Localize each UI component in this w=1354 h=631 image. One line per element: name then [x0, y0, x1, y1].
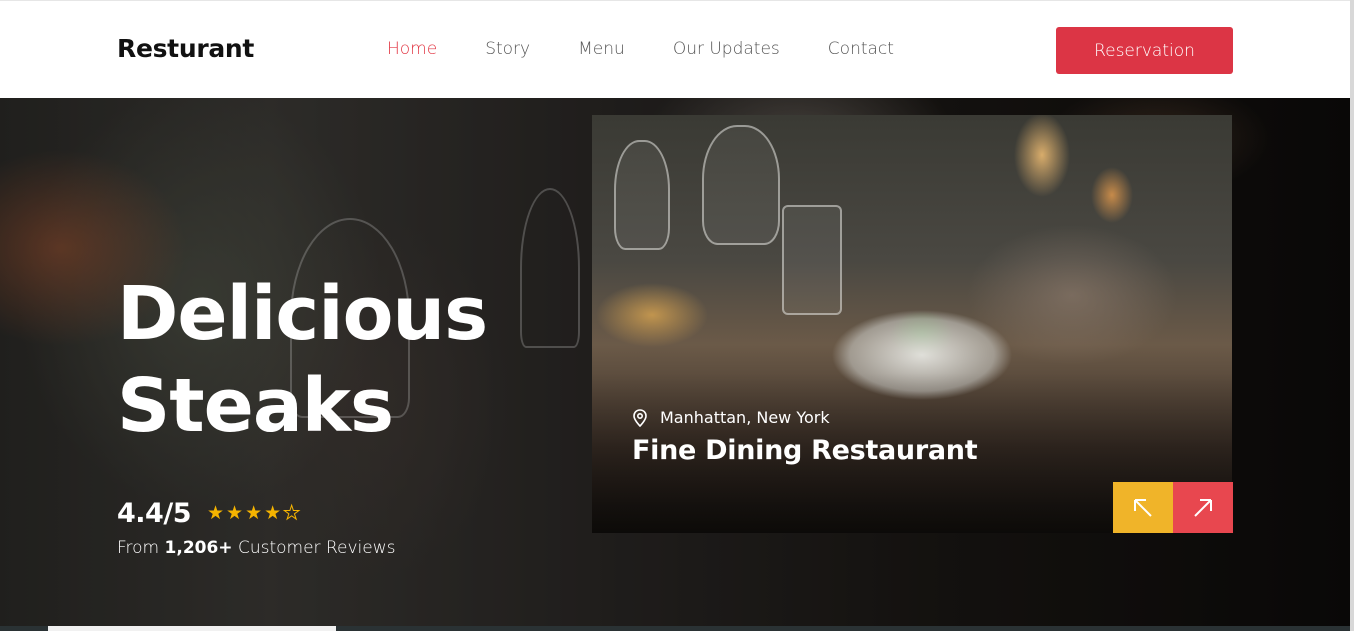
bottom-panel-edge: [48, 626, 336, 631]
card-title: Fine Dining Restaurant: [632, 435, 978, 466]
nav-link-our-updates[interactable]: Our Updates: [673, 39, 780, 59]
top-navbar: Resturant Home Story Menu Our Updates Co…: [0, 0, 1350, 98]
star-filled-icon: ★: [245, 502, 263, 524]
reviews-suffix: Customer Reviews: [237, 538, 396, 558]
reviews-count: 1,206+: [164, 538, 233, 558]
next-slide-button[interactable]: [1173, 482, 1233, 533]
nav-link-contact[interactable]: Contact: [828, 39, 894, 59]
location-text: Manhattan, New York: [660, 408, 830, 427]
rating-stars: ★ ★ ★ ★ ★: [206, 502, 301, 524]
arrow-up-left-icon: [1134, 498, 1152, 517]
hero-title-line-1: Delicious: [117, 271, 488, 357]
arrow-up-right-icon: [1194, 498, 1212, 517]
card-wine-glass: [702, 125, 780, 245]
rating-score: 4.4/5: [117, 498, 191, 529]
nav-link-home[interactable]: Home: [387, 39, 437, 59]
reviews-prefix: From: [117, 538, 160, 558]
card-wine-glass: [614, 140, 670, 250]
hero-title-line-2: Steaks: [117, 363, 394, 449]
prev-slide-button[interactable]: [1113, 482, 1173, 533]
page: Resturant Home Story Menu Our Updates Co…: [0, 0, 1354, 631]
star-filled-icon: ★: [206, 502, 225, 524]
card-location: Manhattan, New York: [632, 408, 830, 427]
card-water-glass: [782, 205, 842, 315]
nav-link-story[interactable]: Story: [485, 39, 530, 59]
rating-row: 4.4/5 ★ ★ ★ ★ ★: [117, 498, 301, 529]
reservation-button[interactable]: Reservation: [1056, 27, 1233, 74]
page-scrollbar[interactable]: [1350, 0, 1354, 631]
star-filled-icon: ★: [264, 502, 282, 524]
nav-link-menu[interactable]: Menu: [578, 39, 625, 59]
nav-links: Home Story Menu Our Updates Contact: [387, 39, 942, 59]
star-filled-icon: ★: [226, 502, 244, 524]
hero-title: Delicious Steaks: [117, 268, 488, 452]
brand-logo[interactable]: Resturant: [117, 34, 254, 63]
location-pin-icon: [633, 408, 647, 427]
background-wine-glass: [520, 188, 580, 348]
featured-restaurant-card[interactable]: Manhattan, New York Fine Dining Restaura…: [592, 115, 1232, 533]
reviews-text: From 1,206+ Customer Reviews: [117, 538, 395, 558]
star-empty-icon: ★: [283, 502, 301, 524]
